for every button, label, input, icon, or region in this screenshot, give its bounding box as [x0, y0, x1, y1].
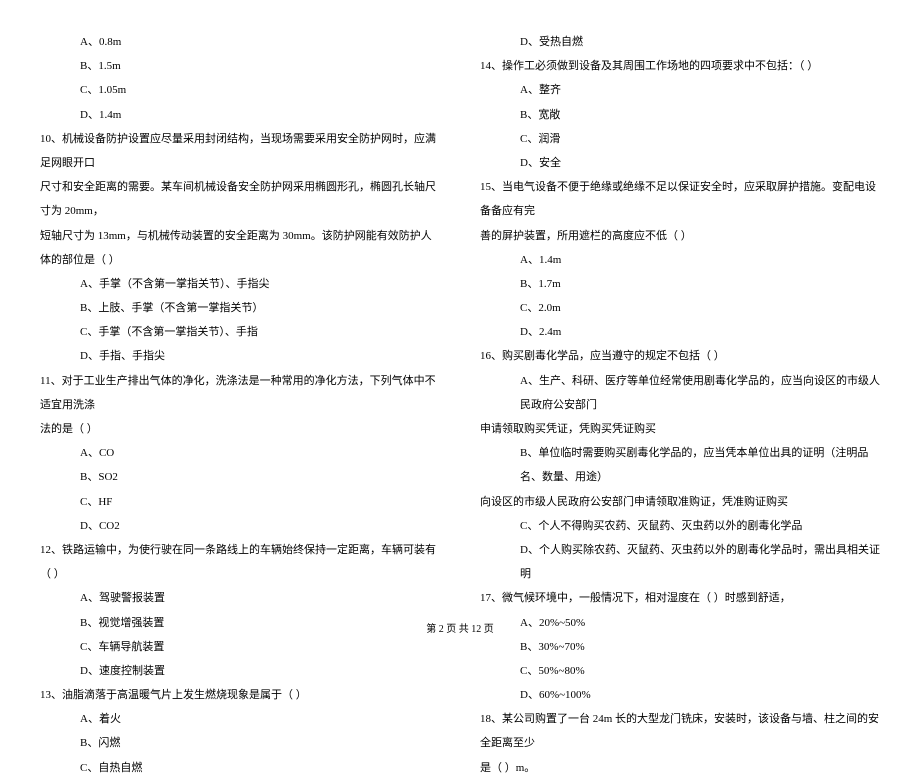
q16-option-a-2: 申请领取购买凭证，凭购买凭证购买: [480, 417, 880, 441]
q16-option-a-1: A、生产、科研、医疗等单位经常使用剧毒化学品的，应当向设区的市级人民政府公安部门: [480, 369, 880, 417]
page-content: A、0.8m B、1.5m C、1.05m D、1.4m 10、机械设备防护设置…: [40, 30, 880, 610]
q14-option-b: B、宽敞: [480, 103, 880, 127]
q18-text-2: 是（ ）m。: [480, 756, 880, 780]
q10-text-1: 10、机械设备防护设置应尽量采用封闭结构，当现场需要采用安全防护网时，应满足网眼…: [40, 127, 440, 175]
q9-option-d: D、1.4m: [40, 103, 440, 127]
q10-option-a: A、手掌（不含第一掌指关节）、手指尖: [40, 272, 440, 296]
q13-option-b: B、闪燃: [40, 731, 440, 755]
page-footer: 第 2 页 共 12 页: [0, 620, 920, 635]
q12-option-d: D、速度控制装置: [40, 659, 440, 683]
q16-option-b-2: 向设区的市级人民政府公安部门申请领取准购证，凭准购证购买: [480, 490, 880, 514]
q15-option-c: C、2.0m: [480, 296, 880, 320]
right-column: D、受热自燃 14、操作工必须做到设备及其周围工作场地的四项要求中不包括：（ ）…: [480, 30, 880, 610]
q16-text: 16、购买剧毒化学品，应当遵守的规定不包括（ ）: [480, 344, 880, 368]
q13-text: 13、油脂滴落于高温暖气片上发生燃烧现象是属于（ ）: [40, 683, 440, 707]
q15-option-d: D、2.4m: [480, 320, 880, 344]
q16-option-b-1: B、单位临时需要购买剧毒化学品的，应当凭本单位出具的证明（注明品名、数量、用途）: [480, 441, 880, 489]
q11-text-2: 法的是（ ）: [40, 417, 440, 441]
q15-option-a: A、1.4m: [480, 248, 880, 272]
q10-text-3: 短轴尺寸为 13mm，与机械传动装置的安全距离为 30mm。该防护网能有效防护人…: [40, 224, 440, 272]
q16-option-c: C、个人不得购买农药、灭鼠药、灭虫药以外的剧毒化学品: [480, 514, 880, 538]
q16-option-d: D、个人购买除农药、灭鼠药、灭虫药以外的剧毒化学品时，需出具相关证明: [480, 538, 880, 586]
q14-option-a: A、整齐: [480, 78, 880, 102]
q11-text-1: 11、对于工业生产排出气体的净化，洗涤法是一种常用的净化方法，下列气体中不适宜用…: [40, 369, 440, 417]
q13-option-a: A、着火: [40, 707, 440, 731]
q15-option-b: B、1.7m: [480, 272, 880, 296]
q11-option-b: B、SO2: [40, 465, 440, 489]
q10-option-b: B、上肢、手掌（不含第一掌指关节）: [40, 296, 440, 320]
q12-option-c: C、车辆导航装置: [40, 635, 440, 659]
q15-text-1: 15、当电气设备不便于绝缘或绝缘不足以保证安全时，应采取屏护措施。变配电设备备应…: [480, 175, 880, 223]
q11-option-a: A、CO: [40, 441, 440, 465]
q12-text: 12、铁路运输中，为使行驶在同一条路线上的车辆始终保持一定距离，车辆可装有（ ）: [40, 538, 440, 586]
q9-option-c: C、1.05m: [40, 78, 440, 102]
q14-option-d: D、安全: [480, 151, 880, 175]
q11-option-d: D、CO2: [40, 514, 440, 538]
left-column: A、0.8m B、1.5m C、1.05m D、1.4m 10、机械设备防护设置…: [40, 30, 440, 610]
q13-option-c: C、自热自燃: [40, 756, 440, 780]
q17-text: 17、微气候环境中，一般情况下，相对湿度在（ ）时感到舒适，: [480, 586, 880, 610]
q9-option-b: B、1.5m: [40, 54, 440, 78]
q11-option-c: C、HF: [40, 490, 440, 514]
q12-option-a: A、驾驶警报装置: [40, 586, 440, 610]
q18-text-1: 18、某公司购置了一台 24m 长的大型龙门铣床，安装时，该设备与墙、柱之间的安…: [480, 707, 880, 755]
q17-option-d: D、60%~100%: [480, 683, 880, 707]
q17-option-c: C、50%~80%: [480, 659, 880, 683]
q10-option-c: C、手掌（不含第一掌指关节）、手指: [40, 320, 440, 344]
q14-option-c: C、润滑: [480, 127, 880, 151]
q10-option-d: D、手指、手指尖: [40, 344, 440, 368]
q17-option-b: B、30%~70%: [480, 635, 880, 659]
q13-option-d: D、受热自燃: [480, 30, 880, 54]
q14-text: 14、操作工必须做到设备及其周围工作场地的四项要求中不包括：（ ）: [480, 54, 880, 78]
q9-option-a: A、0.8m: [40, 30, 440, 54]
q15-text-2: 善的屏护装置，所用遮栏的高度应不低（ ）: [480, 224, 880, 248]
q10-text-2: 尺寸和安全距离的需要。某车间机械设备安全防护网采用椭圆形孔，椭圆孔长轴尺寸为 2…: [40, 175, 440, 223]
